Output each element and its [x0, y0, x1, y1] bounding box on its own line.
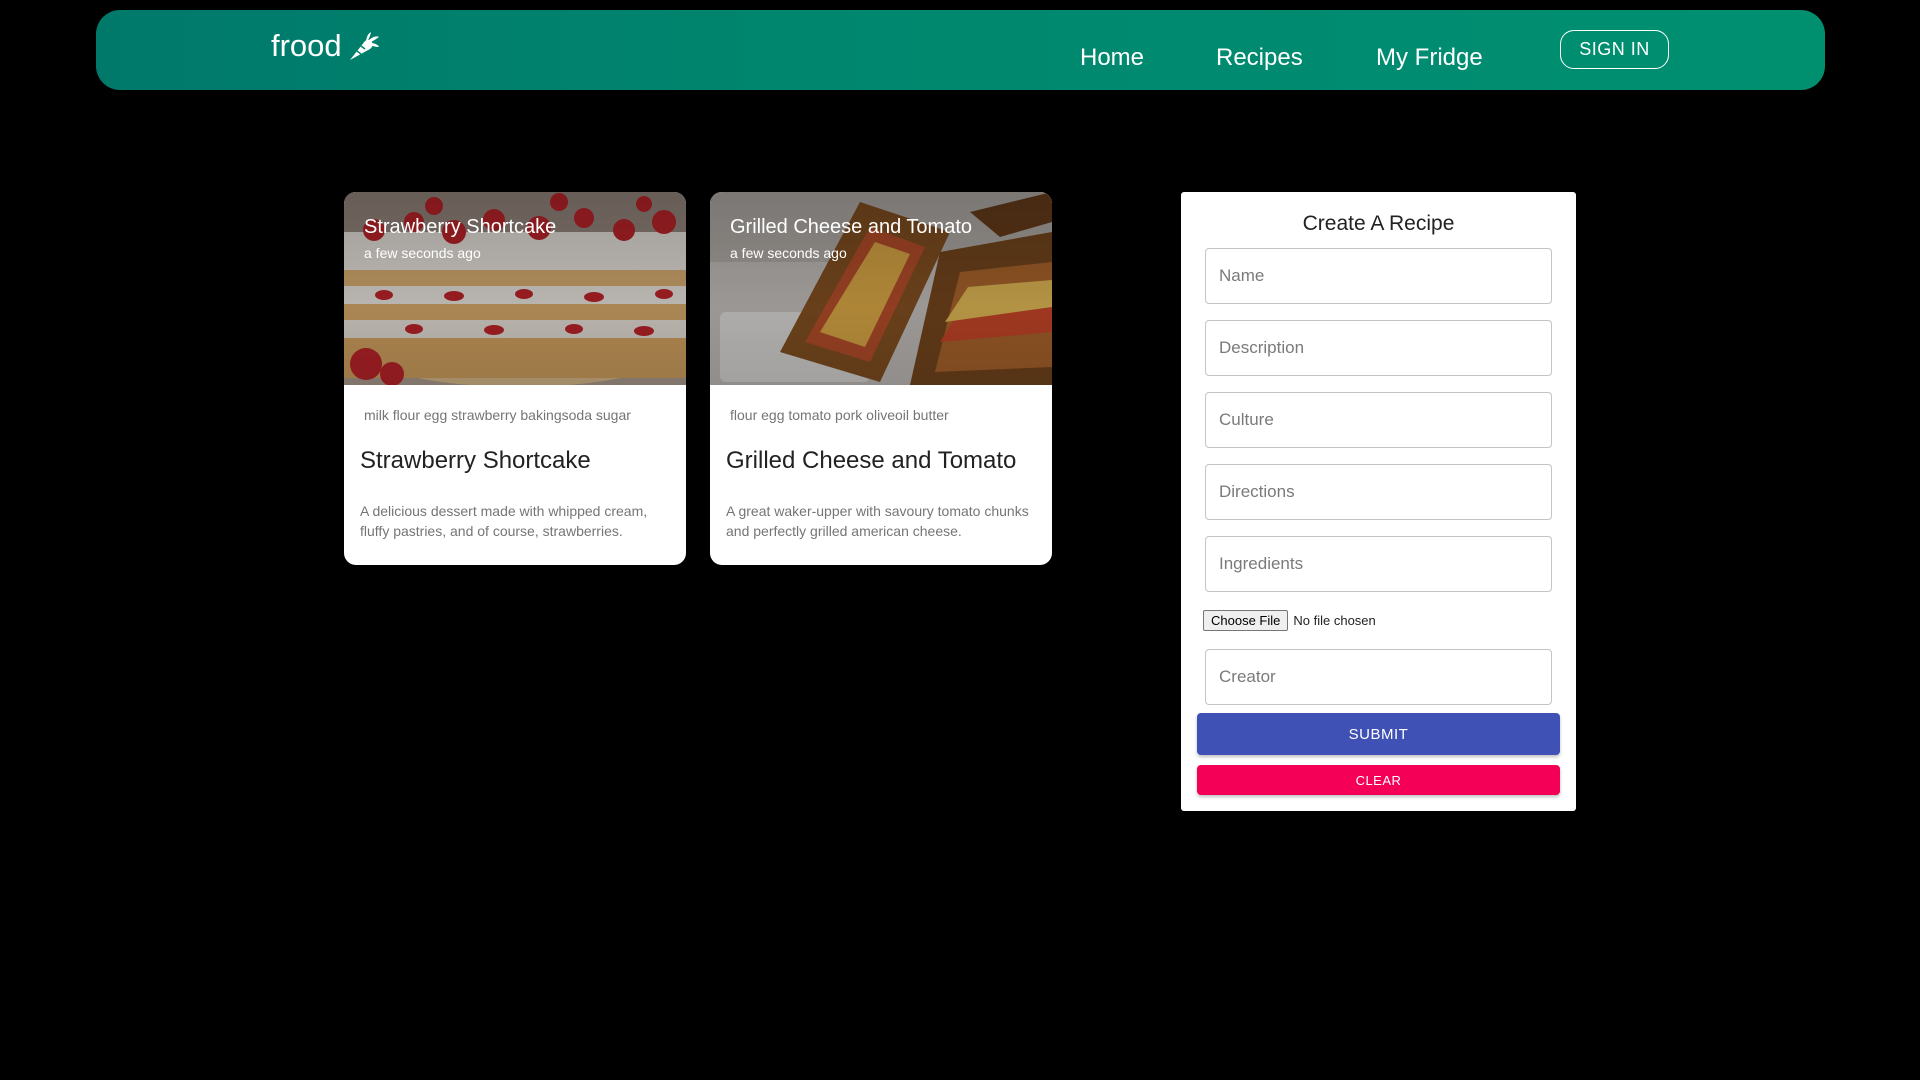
card-timestamp: a few seconds ago: [730, 245, 847, 261]
recipe-image: Grilled Cheese and Tomato a few seconds …: [710, 192, 1052, 385]
sign-in-button[interactable]: SIGN IN: [1560, 30, 1669, 69]
ingredients-field[interactable]: [1205, 536, 1552, 592]
card-timestamp: a few seconds ago: [364, 245, 481, 261]
submit-button[interactable]: SUBMIT: [1197, 713, 1560, 755]
card-overlay-title: Strawberry Shortcake: [364, 216, 557, 238]
card-overlay-title: Grilled Cheese and Tomato: [730, 216, 972, 238]
card-description: A great waker-upper with savoury tomato …: [726, 503, 1029, 539]
top-navbar: frood Home Recipes My Fridge SIGN IN: [96, 10, 1825, 90]
nav-home-link[interactable]: Home: [1080, 44, 1144, 72]
file-upload: Choose File No file chosen: [1203, 610, 1376, 631]
brand-logo[interactable]: frood: [271, 28, 380, 64]
recipe-card[interactable]: Grilled Cheese and Tomato a few seconds …: [710, 192, 1052, 565]
clear-button[interactable]: CLEAR: [1197, 765, 1560, 795]
recipe-card[interactable]: Strawberry Shortcake a few seconds ago m…: [344, 192, 686, 565]
creator-field[interactable]: [1205, 649, 1552, 705]
create-recipe-form: Create A Recipe Choose File No file chos…: [1181, 192, 1576, 811]
choose-file-button[interactable]: Choose File: [1203, 610, 1289, 631]
card-title: Strawberry Shortcake: [360, 447, 591, 474]
card-description: A delicious dessert made with whipped cr…: [360, 503, 648, 539]
brand-name: frood: [271, 28, 342, 63]
nav-my-fridge-link[interactable]: My Fridge: [1376, 44, 1483, 72]
description-field[interactable]: [1205, 320, 1552, 376]
recipe-image: Strawberry Shortcake a few seconds ago: [344, 192, 686, 385]
card-ingredient-tags: flour egg tomato pork oliveoil butter: [730, 407, 949, 423]
nav-recipes-link[interactable]: Recipes: [1216, 44, 1303, 72]
page: frood Home Recipes My Fridge SIGN IN Str…: [0, 0, 1920, 1080]
file-status: No file chosen: [1293, 613, 1376, 628]
card-ingredient-tags: milk flour egg strawberry bakingsoda sug…: [364, 407, 631, 423]
name-field[interactable]: [1205, 248, 1552, 304]
carrot-icon: [349, 32, 379, 60]
directions-field[interactable]: [1205, 464, 1552, 520]
form-title: Create A Recipe: [1302, 212, 1455, 235]
card-title: Grilled Cheese and Tomato: [726, 447, 1017, 474]
culture-field[interactable]: [1205, 392, 1552, 448]
